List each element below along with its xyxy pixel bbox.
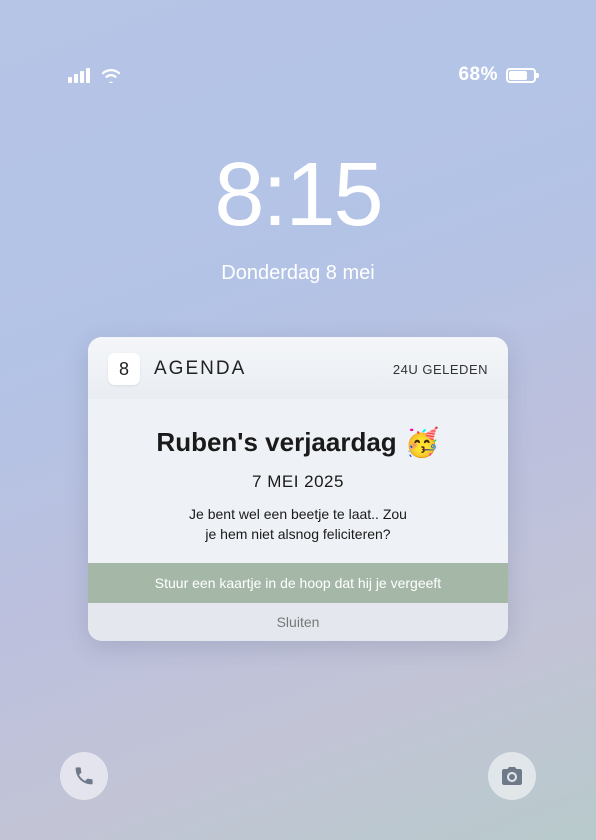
phone-icon [73,765,95,787]
event-message: Je bent wel een beetje te laat.. Zou je … [114,504,482,545]
event-date: 7 MEI 2025 [114,472,482,492]
camera-shortcut-button[interactable] [488,752,536,800]
battery-icon [506,68,536,83]
event-title-row: Ruben's verjaardag 🥳 [114,427,482,458]
lock-screen: 68% 8:15 Donderdag 8 mei 8 AGENDA 24U GE… [0,0,596,840]
party-face-icon: 🥳 [405,429,440,457]
event-title: Ruben's verjaardag [156,427,396,458]
status-bar: 68% [0,64,596,86]
status-left [68,67,122,83]
clock-area: 8:15 Donderdag 8 mei [0,150,596,285]
primary-action-button[interactable]: Stuur een kaartje in de hoop dat hij je … [88,563,508,603]
clock-date: Donderdag 8 mei [0,262,596,285]
phone-shortcut-button[interactable] [60,752,108,800]
close-button[interactable]: Sluiten [88,603,508,641]
calendar-app-badge: 8 [108,353,140,385]
wifi-icon [100,67,122,83]
notification-body: Ruben's verjaardag 🥳 7 MEI 2025 Je bent … [88,399,508,563]
badge-day-number: 8 [119,359,129,380]
time-ago-label: 24U GELEDEN [393,362,488,377]
notification-header: 8 AGENDA 24U GELEDEN [88,337,508,399]
notification-card[interactable]: 8 AGENDA 24U GELEDEN Ruben's verjaardag … [88,337,508,641]
cellular-signal-icon [68,68,90,83]
clock-time: 8:15 [0,150,596,240]
camera-icon [500,765,524,787]
app-name-label: AGENDA [154,358,246,380]
battery-percent: 68% [458,64,498,86]
status-right: 68% [458,64,536,86]
